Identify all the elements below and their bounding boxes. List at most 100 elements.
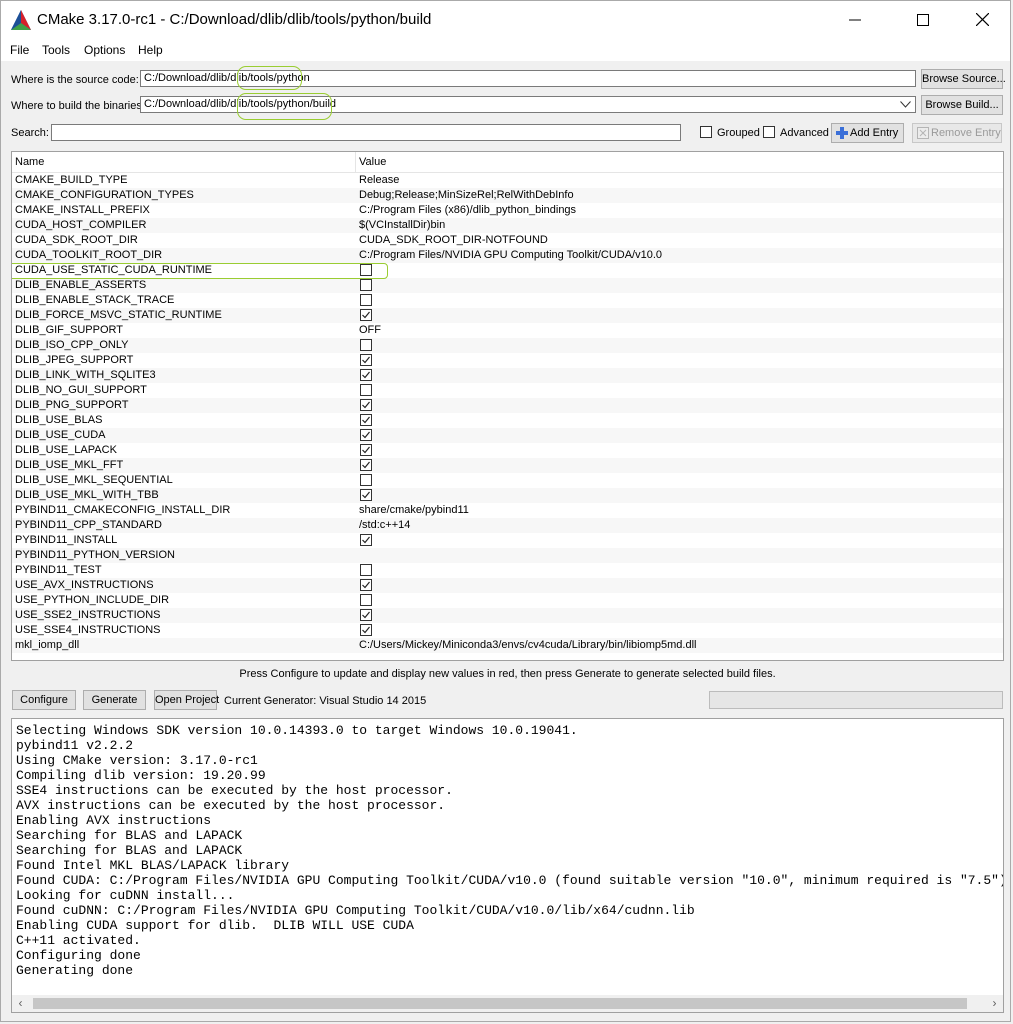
table-row[interactable]: USE_PYTHON_INCLUDE_DIR — [12, 593, 1003, 608]
row-checkbox[interactable] — [360, 564, 372, 576]
table-row[interactable]: DLIB_USE_MKL_FFT — [12, 458, 1003, 473]
menu-options[interactable]: Options — [84, 43, 125, 57]
checkmark-icon — [362, 611, 370, 619]
table-row[interactable]: DLIB_ISO_CPP_ONLY — [12, 338, 1003, 353]
table-row[interactable]: DLIB_USE_MKL_WITH_TBB — [12, 488, 1003, 503]
row-checkbox[interactable] — [360, 534, 372, 546]
table-row[interactable]: PYBIND11_CPP_STANDARD/std:c++14 — [12, 518, 1003, 533]
row-value[interactable]: C:/Program Files (x86)/dlib_python_bindi… — [359, 204, 576, 216]
row-value[interactable]: share/cmake/pybind11 — [359, 504, 469, 516]
row-name: DLIB_ENABLE_STACK_TRACE — [15, 294, 175, 306]
cache-table[interactable]: Name Value CMAKE_BUILD_TYPE Release CMAKE_… — [11, 151, 1004, 661]
table-row[interactable]: PYBIND11_TEST — [12, 563, 1003, 578]
table-row[interactable]: DLIB_USE_BLAS — [12, 413, 1003, 428]
advanced-checkbox[interactable] — [763, 126, 775, 138]
row-value[interactable]: OFF — [359, 324, 381, 336]
table-row[interactable]: PYBIND11_CMAKECONFIG_INSTALL_DIR share/cm… — [12, 503, 1003, 518]
row-checkbox[interactable] — [360, 309, 372, 321]
row-value[interactable]: /std:c++14 — [359, 519, 410, 531]
row-checkbox[interactable] — [360, 339, 372, 351]
table-row[interactable]: USE_SSE4_INSTRUCTIONS — [12, 623, 1003, 638]
table-row[interactable]: DLIB_USE_CUDA — [12, 428, 1003, 443]
search-input[interactable] — [51, 124, 681, 141]
row-value[interactable]: Debug;Release;MinSizeRel;RelWithDebInfo — [359, 189, 574, 201]
row-checkbox[interactable] — [360, 354, 372, 366]
generate-button[interactable]: Generate — [83, 690, 146, 710]
table-row[interactable]: DLIB_ENABLE_STACK_TRACE — [12, 293, 1003, 308]
table-row[interactable]: USE_AVX_INSTRUCTIONS — [12, 578, 1003, 593]
table-row[interactable]: DLIB_FORCE_MSVC_STATIC_RUNTIME — [12, 308, 1003, 323]
row-value[interactable]: CUDA_SDK_ROOT_DIR-NOTFOUND — [359, 234, 548, 246]
table-row[interactable]: DLIB_NO_GUI_SUPPORT — [12, 383, 1003, 398]
table-row[interactable]: CMAKE_INSTALL_PREFIX C:/Program Files (x8… — [12, 203, 1003, 218]
output-log[interactable]: Selecting Windows SDK version 10.0.14393… — [11, 718, 1004, 1013]
menu-file[interactable]: File — [10, 43, 29, 57]
menu-tools[interactable]: Tools — [42, 43, 70, 57]
row-checkbox[interactable] — [360, 474, 372, 486]
row-value[interactable]: Release — [359, 174, 399, 186]
table-row[interactable]: PYBIND11_INSTALL — [12, 533, 1003, 548]
row-checkbox[interactable] — [360, 414, 372, 426]
name-column-header[interactable]: Name — [15, 156, 44, 168]
close-button[interactable] — [959, 1, 1005, 39]
table-row[interactable]: DLIB_USE_LAPACK — [12, 443, 1003, 458]
add-entry-button[interactable]: Add Entry — [831, 123, 904, 143]
row-name: DLIB_NO_GUI_SUPPORT — [15, 384, 147, 396]
browse-source-button[interactable]: Browse Source... — [921, 69, 1006, 89]
minimize-button[interactable] — [832, 1, 878, 39]
table-row[interactable]: CUDA_USE_STATIC_CUDA_RUNTIME — [12, 263, 1003, 278]
table-row[interactable]: mkl_iomp_dll C:/Users/Mickey/Miniconda3/e… — [12, 638, 1003, 653]
table-row[interactable]: CUDA_SDK_ROOT_DIR CUDA_SDK_ROOT_DIR-NOTFO… — [12, 233, 1003, 248]
open-project-button[interactable]: Open Project — [154, 690, 219, 710]
table-row[interactable]: CMAKE_CONFIGURATION_TYPES Debug;Release;M… — [12, 188, 1003, 203]
row-checkbox[interactable] — [360, 264, 372, 276]
row-name: USE_AVX_INSTRUCTIONS — [15, 579, 154, 591]
row-value[interactable]: C:/Users/Mickey/Miniconda3/envs/cv4cuda/… — [359, 639, 696, 651]
row-value[interactable]: $(VCInstallDir)bin — [359, 219, 445, 231]
grouped-checkbox[interactable] — [700, 126, 712, 138]
row-value[interactable]: C:/Program Files/NVIDIA GPU Computing To… — [359, 249, 662, 261]
row-checkbox[interactable] — [360, 624, 372, 636]
row-name: CMAKE_BUILD_TYPE — [15, 174, 128, 186]
scrollbar-thumb[interactable] — [33, 998, 967, 1009]
build-path-combo[interactable]: C:/Download/dlib/dlib/tools/python/build — [140, 96, 916, 113]
table-row[interactable]: DLIB_JPEG_SUPPORT — [12, 353, 1003, 368]
table-row[interactable]: USE_SSE2_INSTRUCTIONS — [12, 608, 1003, 623]
table-row[interactable]: DLIB_ENABLE_ASSERTS — [12, 278, 1003, 293]
menu-help[interactable]: Help — [138, 43, 163, 57]
table-row[interactable]: PYBIND11_PYTHON_VERSION — [12, 548, 1003, 563]
table-row[interactable]: CMAKE_BUILD_TYPE Release — [12, 173, 1003, 188]
row-checkbox[interactable] — [360, 369, 372, 381]
row-checkbox[interactable] — [360, 579, 372, 591]
value-column-header[interactable]: Value — [359, 156, 386, 168]
maximize-button[interactable] — [900, 1, 946, 39]
scroll-right-icon[interactable]: › — [986, 995, 1003, 1012]
remove-entry-button[interactable]: Remove Entry — [912, 123, 1002, 143]
output-line: Searching for BLAS and LAPACK — [16, 828, 243, 843]
row-checkbox[interactable] — [360, 399, 372, 411]
scroll-left-icon[interactable]: ‹ — [12, 995, 29, 1012]
chevron-down-icon[interactable] — [900, 101, 911, 108]
source-path-input[interactable]: C:/Download/dlib/dlib/tools/python — [140, 70, 916, 87]
horizontal-scrollbar[interactable]: ‹ › — [12, 995, 1003, 1012]
configure-button[interactable]: Configure — [12, 690, 76, 710]
row-checkbox[interactable] — [360, 444, 372, 456]
row-checkbox[interactable] — [360, 429, 372, 441]
checkmark-icon — [362, 581, 370, 589]
checkmark-icon — [362, 461, 370, 469]
row-checkbox[interactable] — [360, 609, 372, 621]
row-checkbox[interactable] — [360, 459, 372, 471]
row-checkbox[interactable] — [360, 294, 372, 306]
row-checkbox[interactable] — [360, 594, 372, 606]
table-row[interactable]: CUDA_TOOLKIT_ROOT_DIR C:/Program Files/NV… — [12, 248, 1003, 263]
table-row[interactable]: DLIB_GIF_SUPPORT OFF — [12, 323, 1003, 338]
row-checkbox[interactable] — [360, 279, 372, 291]
row-name: DLIB_LINK_WITH_SQLITE3 — [15, 369, 156, 381]
row-checkbox[interactable] — [360, 489, 372, 501]
table-row[interactable]: DLIB_USE_MKL_SEQUENTIAL — [12, 473, 1003, 488]
row-checkbox[interactable] — [360, 384, 372, 396]
browse-build-button[interactable]: Browse Build... — [921, 95, 1003, 115]
table-row[interactable]: CUDA_HOST_COMPILER $(VCInstallDir)bin — [12, 218, 1003, 233]
table-row[interactable]: DLIB_PNG_SUPPORT — [12, 398, 1003, 413]
table-row[interactable]: DLIB_LINK_WITH_SQLITE3 — [12, 368, 1003, 383]
